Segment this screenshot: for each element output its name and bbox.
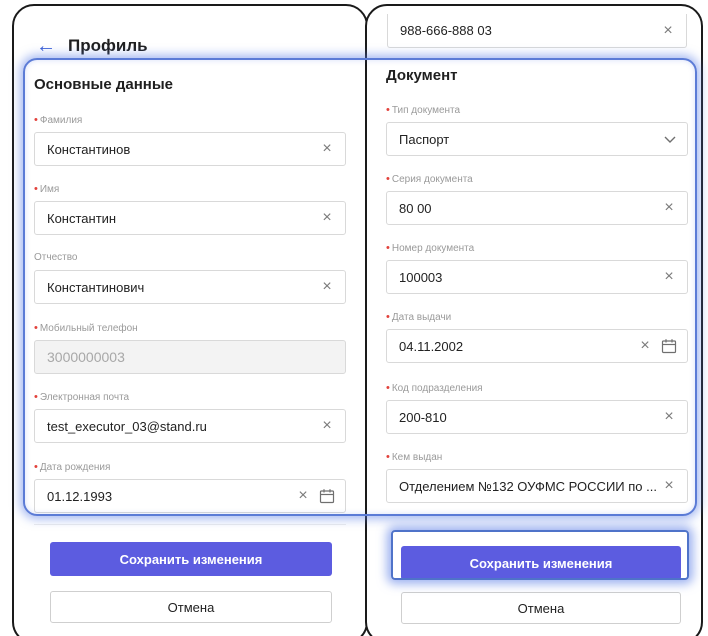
clear-icon[interactable]: × (319, 418, 335, 434)
dept-code-input[interactable]: 200-810 × (386, 400, 688, 434)
clear-icon[interactable]: × (637, 338, 653, 354)
label-birth-date: • Дата рождения (34, 461, 111, 473)
required-mark: • (386, 242, 390, 254)
required-mark: • (386, 104, 390, 116)
label-patronymic: Отчество (34, 252, 78, 263)
issued-by-value: Отделением №132 ОУФМС РОССИИ по ... (399, 478, 657, 494)
required-mark: • (386, 382, 390, 394)
label-email: • Электронная почта (34, 391, 130, 403)
patronymic-input[interactable]: Константинович × (34, 270, 346, 304)
chevron-down-icon[interactable] (663, 132, 677, 146)
calendar-icon[interactable] (319, 488, 335, 504)
required-mark: • (34, 461, 38, 473)
label-doc-number: • Номер документа (386, 242, 475, 254)
label-doc-series: • Серия документа (386, 173, 473, 185)
email-value: test_executor_03@stand.ru (47, 418, 207, 434)
top-partial-value: 988-666-888 03 (400, 23, 492, 38)
calendar-icon[interactable] (661, 338, 677, 354)
required-mark: • (34, 391, 38, 403)
label-issue-date: • Дата выдачи (386, 311, 452, 323)
back-arrow-icon[interactable]: ← (36, 36, 56, 56)
patronymic-value: Константинович (47, 279, 145, 295)
required-mark: • (34, 114, 38, 126)
clear-icon[interactable]: × (319, 141, 335, 157)
required-mark: • (34, 322, 38, 334)
first-name-value: Константин (47, 210, 117, 226)
phone-input: 3000000003 (34, 340, 346, 374)
profile-screen-right: 988-666-888 03 × Документ • Тип документа… (365, 4, 703, 636)
clear-icon[interactable]: × (661, 478, 677, 494)
issue-date-input[interactable]: 04.11.2002 × (386, 329, 688, 363)
clear-icon[interactable]: × (660, 22, 676, 39)
doc-number-value: 100003 (399, 269, 443, 285)
cancel-button[interactable]: Отмена (50, 591, 332, 623)
required-mark: • (386, 451, 390, 463)
save-button[interactable]: Сохранить изменения (401, 546, 681, 580)
clear-icon[interactable]: × (661, 200, 677, 216)
last-name-value: Константинов (47, 141, 131, 157)
cancel-button[interactable]: Отмена (401, 592, 681, 624)
label-issued-by: • Кем выдан (386, 451, 443, 463)
profile-screen-left: ← Профиль Основные данные • Фамилия Конст… (12, 4, 368, 636)
label-phone: • Мобильный телефон (34, 322, 138, 334)
clear-icon[interactable]: × (319, 210, 335, 226)
doc-type-value: Паспорт (399, 131, 450, 147)
birth-date-input[interactable]: 01.12.1993 × (34, 479, 346, 513)
clear-icon[interactable]: × (295, 488, 311, 504)
dept-code-value: 200-810 (399, 409, 447, 425)
doc-series-input[interactable]: 80 00 × (386, 191, 688, 225)
birth-date-value: 01.12.1993 (47, 488, 113, 504)
top-bar: ← Профиль (14, 26, 366, 66)
doc-number-input[interactable]: 100003 × (386, 260, 688, 294)
clear-icon[interactable]: × (661, 269, 677, 285)
required-mark: • (386, 311, 390, 323)
divider (34, 524, 346, 525)
issued-by-input[interactable]: Отделением №132 ОУФМС РОССИИ по ... × (386, 469, 688, 503)
section-title-document: Документ (386, 67, 458, 84)
doc-series-value: 80 00 (399, 200, 432, 216)
last-name-input[interactable]: Константинов × (34, 132, 346, 166)
phone-value: 3000000003 (47, 349, 125, 365)
clear-icon[interactable]: × (319, 279, 335, 295)
clear-icon[interactable]: × (661, 409, 677, 425)
label-dept-code: • Код подразделения (386, 382, 483, 394)
top-partial-input[interactable]: 988-666-888 03 × (387, 14, 687, 48)
required-mark: • (34, 183, 38, 195)
label-last-name: • Фамилия (34, 114, 83, 126)
label-doc-type: • Тип документа (386, 104, 461, 116)
page-title: Профиль (68, 36, 148, 55)
first-name-input[interactable]: Константин × (34, 201, 346, 235)
section-title-basic-data: Основные данные (34, 76, 173, 93)
save-button[interactable]: Сохранить изменения (50, 542, 332, 576)
label-first-name: • Имя (34, 183, 60, 195)
issue-date-value: 04.11.2002 (399, 338, 464, 354)
doc-type-select[interactable]: Паспорт (386, 122, 688, 156)
email-input[interactable]: test_executor_03@stand.ru × (34, 409, 346, 443)
required-mark: • (386, 173, 390, 185)
